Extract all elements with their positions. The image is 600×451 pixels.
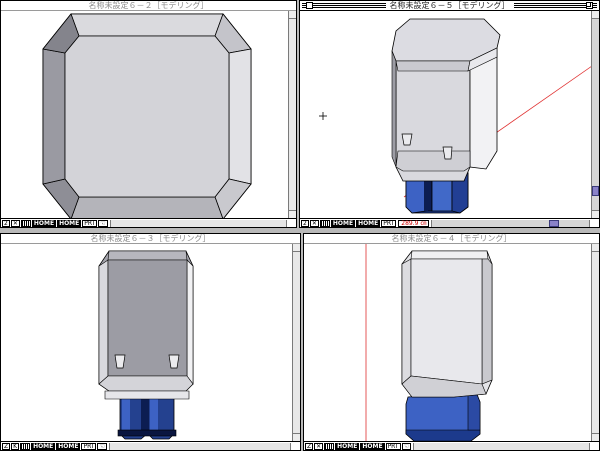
home-button-2[interactable]: HOME [356,219,381,227]
horizontal-scrollbar[interactable] [108,442,291,450]
vertical-scroll-thumb[interactable] [592,186,599,196]
viewport-window-top[interactable]: 名称未設定６－２［モデリング］ 2 ✕ HOME HOME PRT ☜ [0,0,297,228]
scroll-up-arrow-icon[interactable] [289,11,296,19]
axis-icon[interactable]: 2 [301,219,309,227]
viewport-canvas[interactable] [1,11,288,218]
scroll-up-arrow-icon[interactable] [293,244,300,252]
axis-icon[interactable]: Z [2,442,11,450]
window-title: 名称未設定６－５［モデリング］ [385,1,514,10]
window-titlebar[interactable]: 名称未設定６－３［モデリング］ [1,234,300,244]
window-status-bar: 2 ✕ HOME HOME PRT 289.9 ㎝ [300,218,599,227]
viewport-window-perspective[interactable]: 名称未設定６－５［モデリング］ 2 ✕ HOME HOME PRT 289.9 … [299,0,600,228]
vertical-scrollbar[interactable] [292,244,300,441]
window-title: 名称未設定６－３［モデリング］ [86,234,215,243]
home-button-2[interactable]: HOME [56,442,81,450]
viewport-window-front[interactable]: 名称未設定６－３［モデリング］ Z K HOME HOME PRT ☜ [0,233,301,451]
close-view-icon[interactable]: K [11,442,20,450]
window-status-bar: 2 ✕ HOME HOME PRT ☜ [1,218,296,227]
model-side-view [365,244,493,441]
print-mode-button[interactable]: PRT [385,442,401,450]
scroll-down-arrow-icon[interactable] [592,433,599,441]
window-title: 名称未設定６－２［モデリング］ [84,1,213,10]
home-button[interactable]: HOME [330,219,356,227]
scroll-down-arrow-icon[interactable] [289,210,296,218]
home-button[interactable]: HOME [335,442,360,450]
window-status-bar: Z K HOME HOME PRT ☜ [1,441,300,450]
window-titlebar[interactable]: 名称未設定６－５［モデリング］ [300,1,599,11]
model-perspective-view [319,18,591,214]
window-titlebar[interactable]: 名称未設定６－２［モデリング］ [1,1,296,11]
hand-icon[interactable]: ☜ [97,442,107,450]
viewport-canvas[interactable] [304,244,591,441]
close-view-icon[interactable]: ✕ [309,219,319,227]
viewport-canvas[interactable] [1,244,292,441]
vertical-scrollbar[interactable] [591,244,599,441]
viewport-window-side[interactable]: 名称未設定６－４［モデリング］ Z ✕ HOME HOME PRT ☜ [303,233,600,451]
horizontal-scroll-thumb[interactable] [549,219,559,227]
close-view-icon[interactable]: ✕ [314,442,324,450]
home-button-2[interactable]: HOME [360,442,385,450]
grid-icon[interactable] [20,442,31,450]
scroll-up-arrow-icon[interactable] [592,11,599,19]
hand-icon[interactable]: ☜ [98,219,108,227]
grid-icon[interactable] [20,219,31,227]
print-mode-button[interactable]: PRT [381,219,397,227]
model-top-view [42,13,252,218]
grid-icon[interactable] [319,219,330,227]
window-status-bar: Z ✕ HOME HOME PRT ☜ [304,441,599,450]
home-button[interactable]: HOME [31,219,57,227]
close-view-icon[interactable]: ✕ [10,219,20,227]
horizontal-scrollbar[interactable] [412,442,590,450]
vertical-scrollbar[interactable] [288,11,296,218]
window-titlebar[interactable]: 名称未設定６－４［モデリング］ [304,234,599,244]
home-button[interactable]: HOME [31,442,56,450]
print-mode-button[interactable]: PRT [82,219,98,227]
scroll-up-arrow-icon[interactable] [592,244,599,252]
vertical-scrollbar[interactable] [591,11,599,218]
model-front-view [98,250,194,440]
scroll-down-arrow-icon[interactable] [293,433,300,441]
horizontal-scrollbar[interactable] [109,219,287,227]
axis-icon[interactable]: Z [305,442,314,450]
coordinate-readout: 289.9 ㎝ [398,219,430,227]
scroll-down-arrow-icon[interactable] [592,210,599,218]
hand-icon[interactable]: ☜ [401,442,411,450]
crosshair-icon [319,112,327,120]
print-mode-button[interactable]: PRT [81,442,97,450]
window-title: 名称未設定６－４［モデリング］ [387,234,516,243]
viewport-canvas[interactable] [300,11,591,218]
grid-icon[interactable] [324,442,335,450]
axis-icon[interactable]: 2 [2,219,10,227]
horizontal-scrollbar[interactable] [431,219,590,227]
home-button-2[interactable]: HOME [57,219,82,227]
